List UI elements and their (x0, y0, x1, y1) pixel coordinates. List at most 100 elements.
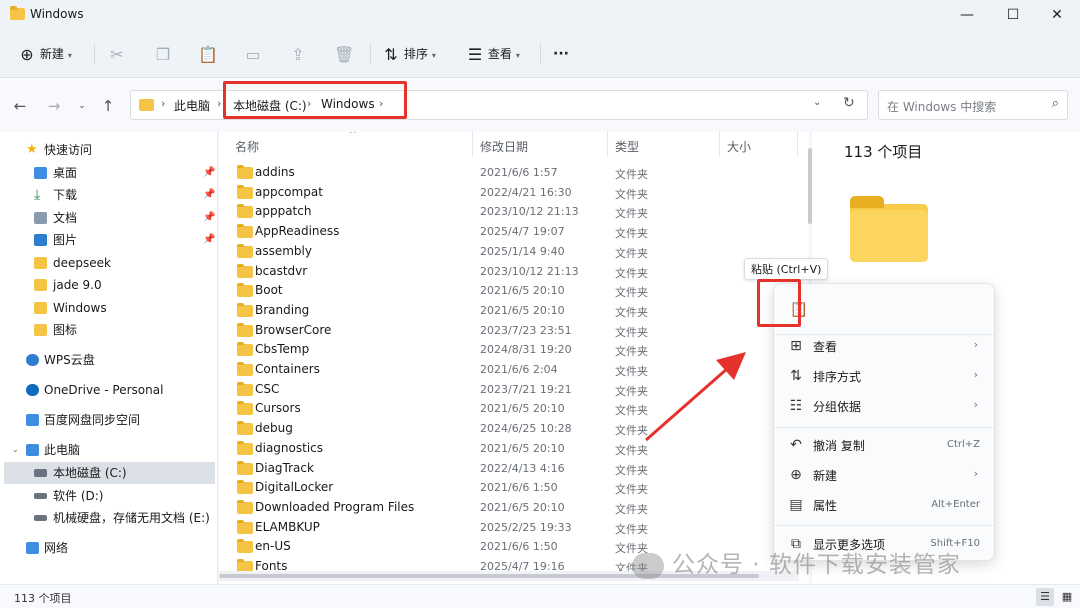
file-date: 2023/7/23 23:51 (480, 323, 572, 337)
sidebar-item-documents[interactable]: 文档 📌 (0, 207, 218, 229)
sidebar-label: 桌面 (53, 166, 78, 180)
sidebar-item-jade[interactable]: jade 9.0 (0, 274, 218, 296)
menu-item-group-by[interactable]: ☷ 分组依据 › (774, 393, 994, 419)
breadcrumb-chevron-icon[interactable]: › (161, 97, 165, 110)
column-divider[interactable] (797, 132, 798, 156)
folder-icon (237, 243, 253, 258)
menu-item-sort-by[interactable]: ⇅ 排序方式 › (774, 363, 994, 389)
picture-icon (34, 234, 47, 246)
details-view-icon[interactable]: ☰ (1036, 588, 1054, 606)
sidebar-item-drive-e[interactable]: 机械硬盘，存储无用文档 (E:) (0, 507, 218, 529)
more-button[interactable]: ··· (553, 40, 569, 68)
sidebar-item-downloads[interactable]: ⤓ 下载 📌 (0, 184, 218, 206)
column-divider[interactable] (472, 132, 473, 156)
table-row[interactable]: Boot 2021/6/5 20:10 文件夹 (219, 281, 809, 301)
share-button[interactable]: ⇪ (289, 40, 307, 68)
close-button[interactable]: ✕ (1034, 0, 1080, 30)
file-date: 2021/6/6 2:04 (480, 363, 558, 376)
sidebar-item-icons[interactable]: 图标 (0, 319, 218, 341)
pin-icon[interactable]: 📌 (203, 229, 215, 251)
forward-button[interactable]: → (42, 94, 66, 118)
rename-button[interactable]: ▭ (244, 40, 262, 68)
sidebar-item-desktop[interactable]: 桌面 📌 (0, 162, 218, 184)
table-row[interactable]: appcompat 2022/4/21 16:30 文件夹 (219, 183, 809, 203)
menu-item-new[interactable]: ⊕ 新建 › (774, 462, 994, 488)
pin-icon[interactable]: 📌 (203, 184, 215, 206)
table-row[interactable]: bcastdvr 2023/10/12 21:13 文件夹 (219, 262, 809, 282)
sidebar-item-network[interactable]: 网络 (0, 537, 218, 559)
sidebar-item-pictures[interactable]: 图片 📌 (0, 229, 218, 251)
onedrive-icon (26, 384, 39, 396)
file-type: 文件夹 (615, 424, 648, 438)
column-header-date[interactable]: 修改日期 (480, 138, 528, 155)
folder-icon (34, 324, 47, 336)
folder-icon (237, 204, 253, 219)
address-dropdown-icon[interactable]: ⌄ (813, 97, 821, 108)
table-row[interactable]: Cursors 2021/6/5 20:10 文件夹 (219, 399, 809, 419)
sidebar-label: 图片 (53, 233, 78, 247)
up-button[interactable]: ↑ (96, 94, 120, 118)
sidebar-item-windows[interactable]: Windows (0, 297, 218, 319)
delete-button[interactable]: 🗑 (334, 40, 354, 68)
file-name: BrowserCore (255, 322, 332, 337)
toolbar-divider (540, 44, 541, 64)
column-divider[interactable] (607, 132, 608, 156)
file-type: 文件夹 (615, 207, 648, 221)
recent-locations-button[interactable]: ⌄ (70, 94, 94, 118)
folder-icon (237, 302, 253, 317)
sidebar-item-deepseek[interactable]: deepseek (0, 252, 218, 274)
sidebar-item-wps[interactable]: WPS云盘 (0, 349, 218, 371)
table-row[interactable]: CSC 2023/7/21 19:21 文件夹 (219, 380, 809, 400)
file-name: DiagTrack (255, 460, 314, 475)
table-row[interactable]: BrowserCore 2023/7/23 23:51 文件夹 (219, 321, 809, 341)
pin-icon[interactable]: 📌 (203, 207, 215, 229)
breadcrumb-this-pc[interactable]: 此电脑 (174, 97, 210, 114)
table-row[interactable]: DiagTrack 2022/4/13 4:16 文件夹 (219, 459, 809, 479)
table-row[interactable]: AppReadiness 2025/4/7 19:07 文件夹 (219, 222, 809, 242)
view-button[interactable]: ☰ 查看 ▾ (466, 40, 520, 68)
table-row[interactable]: apppatch 2023/10/12 21:13 文件夹 (219, 202, 809, 222)
file-date: 2023/7/21 19:21 (480, 382, 572, 396)
menu-item-undo[interactable]: ↶ 撤消 复制 Ctrl+Z (774, 432, 994, 458)
toolbar-divider (370, 44, 371, 64)
table-row[interactable]: DigitalLocker 2021/6/6 1:50 文件夹 (219, 478, 809, 498)
minimize-button[interactable]: — (944, 0, 990, 30)
large-icons-view-icon[interactable]: ▦ (1058, 588, 1076, 606)
table-row[interactable]: ELAMBKUP 2025/2/25 19:33 文件夹 (219, 518, 809, 538)
table-row[interactable]: debug 2024/6/25 10:28 文件夹 (219, 419, 809, 439)
refresh-icon[interactable]: ↻ (843, 95, 855, 111)
table-row[interactable]: CbsTemp 2024/8/31 19:20 文件夹 (219, 340, 809, 360)
sort-button[interactable]: ⇅ 排序 ▾ (382, 40, 436, 68)
sidebar-quick-access[interactable]: ★ 快速访问 (0, 139, 218, 161)
breadcrumb-chevron-icon[interactable]: › (217, 97, 221, 110)
sidebar-item-onedrive[interactable]: OneDrive - Personal (0, 379, 218, 401)
sidebar-item-drive-c[interactable]: 本地磁盘 (C:) (4, 462, 215, 484)
pin-icon[interactable]: 📌 (203, 162, 215, 184)
file-type: 文件夹 (615, 325, 648, 339)
table-row[interactable]: assembly 2025/1/14 9:40 文件夹 (219, 242, 809, 262)
column-divider[interactable] (719, 132, 720, 156)
table-row[interactable]: diagnostics 2021/6/5 20:10 文件夹 (219, 439, 809, 459)
column-header-size[interactable]: 大小 (727, 138, 751, 155)
sidebar-item-this-pc[interactable]: ⌄ 此电脑 (0, 439, 218, 461)
copy-button[interactable]: ❐ (154, 40, 172, 68)
table-row[interactable]: addins 2021/6/6 1:57 文件夹 (219, 163, 809, 183)
table-row[interactable]: Containers 2021/6/6 2:04 文件夹 (219, 360, 809, 380)
menu-item-properties[interactable]: ▤ 属性 Alt+Enter (774, 492, 994, 518)
column-header-type[interactable]: 类型 (615, 138, 639, 155)
search-input[interactable]: 在 Windows 中搜索 ⌕ (878, 90, 1068, 120)
menu-item-view[interactable]: ⊞ 查看 › (774, 333, 994, 359)
chevron-down-icon[interactable]: ⌄ (12, 439, 19, 461)
maximize-button[interactable]: ☐ (990, 0, 1036, 30)
column-header-name[interactable]: 名称 (235, 138, 259, 155)
paste-button[interactable]: 📋 (198, 40, 218, 68)
grid-icon: ⊞ (790, 338, 802, 354)
sidebar-item-baidu[interactable]: 百度网盘同步空间 (0, 409, 218, 431)
table-row[interactable]: Branding 2021/6/5 20:10 文件夹 (219, 301, 809, 321)
table-row[interactable]: Downloaded Program Files 2021/6/5 20:10 文件… (219, 498, 809, 518)
sidebar-label: 网络 (44, 541, 69, 555)
cut-button[interactable]: ✂ (108, 40, 126, 68)
new-button[interactable]: ⊕ 新建 ▾ (18, 40, 72, 68)
back-button[interactable]: ← (8, 94, 32, 118)
sidebar-item-drive-d[interactable]: 软件 (D:) (0, 485, 218, 507)
